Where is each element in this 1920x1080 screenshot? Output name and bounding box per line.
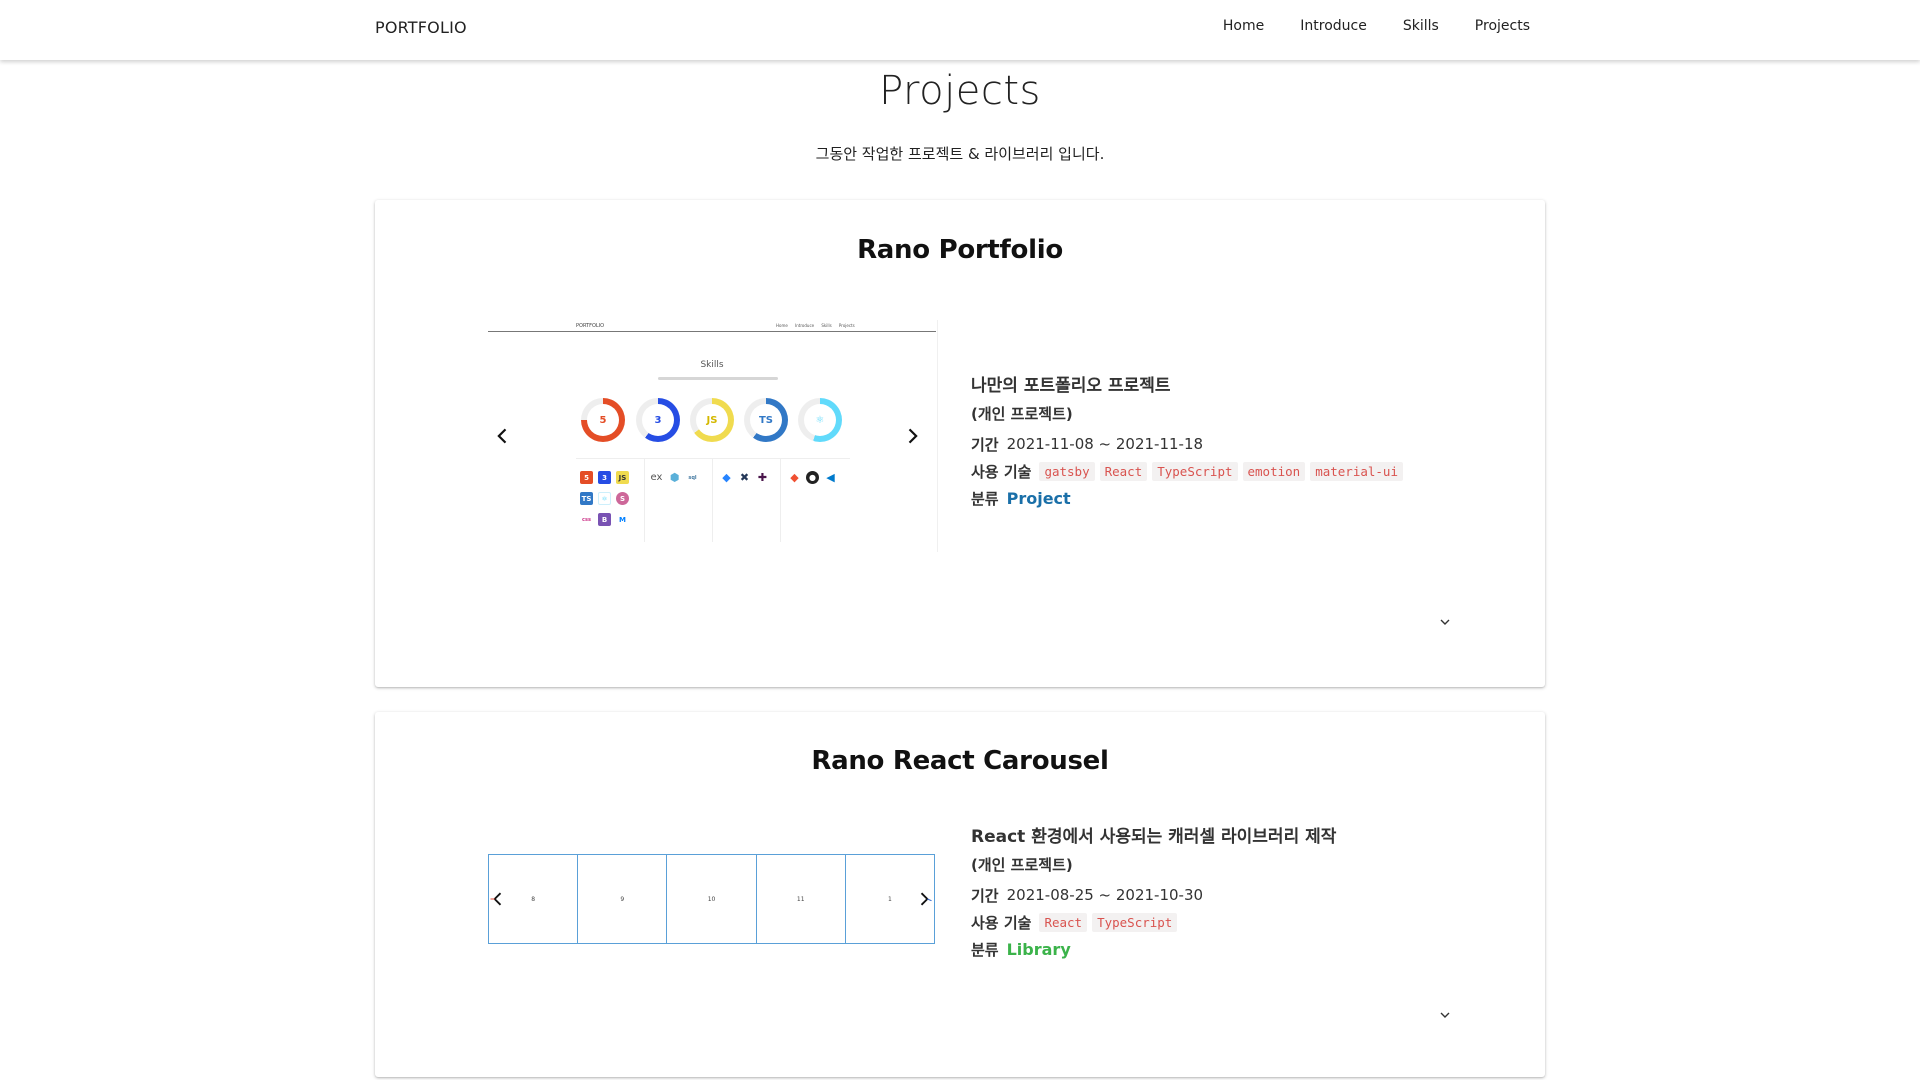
brand-logo[interactable]: PORTFOLIO [375,18,467,37]
git-logo-icon: ◆ [788,471,801,484]
demo-slide: 9 [578,855,668,943]
section-subtitle: 그동안 작업한 프로젝트 & 라이브러리 입니다. [815,145,1105,163]
section-title: Projects [879,68,1041,114]
project-type: (개인 프로젝트) [971,405,1073,423]
tech-label: 사용 기술 [971,913,1032,932]
project-category-row: 분류 Library [971,938,1336,960]
project-image-carousel: PORTFOLIO Home Introduce Skills Projects… [488,320,938,552]
tech-tag: TypeScript [1152,461,1238,481]
project-category-row: 분류 Project [971,487,1408,509]
expand-button[interactable] [1437,1007,1453,1023]
project-info: 나만의 포트폴리오 프로젝트 (개인 프로젝트) 기간 2021-11-08 ~… [971,375,1408,509]
nav-home[interactable]: Home [1223,18,1264,34]
project-description: React 환경에서 사용되는 캐러셀 라이브러리 제작 [971,827,1337,847]
tech-tag: TypeScript [1092,912,1178,932]
carousel-demo-preview: 8 9 10 11 1 [488,854,935,944]
chevron-right-icon [908,428,918,444]
chevron-right-icon [920,892,932,906]
carousel-next-button[interactable] [900,424,924,448]
styled-logo-icon: css [580,513,593,526]
project-card-rano-portfolio: Rano Portfolio PORTFOLIO Home Introduce … [375,200,1545,687]
express-logo-icon: ex [650,471,663,484]
tech-tag: material-ui [1310,461,1403,481]
preview-navbar: PORTFOLIO Home Introduce Skills Projects [488,320,936,332]
chevron-left-icon [497,428,507,444]
javascript-icon: JS [696,404,728,436]
period-label: 기간 [971,435,999,454]
preview-divider [644,458,645,542]
project-period-row: 기간 2021-08-25 ~ 2021-10-30 [971,884,1336,906]
preview-divider [780,458,781,542]
project-image-carousel: 8 9 10 11 1 [488,854,938,954]
sass-logo-icon: S [616,492,629,505]
category-value[interactable]: Project [1007,489,1071,508]
react-icon: ⚛ [804,404,836,436]
chevron-down-icon [1440,619,1450,625]
css3-logo-icon: 3 [598,471,611,484]
carousel-prev-button[interactable] [491,424,515,448]
preview-nav: Home Introduce Skills Projects [776,323,855,328]
expand-button[interactable] [1437,614,1453,630]
html5-icon: 5 [587,404,619,436]
node-logo-icon: ⬢ [668,471,681,484]
project-card-rano-react-carousel: Rano React Carousel 8 9 10 11 1 React 환경… [375,712,1545,1077]
tech-tag: gatsby [1039,461,1095,481]
react-logo-icon: ⚛ [598,492,611,505]
mui-logo-icon: M [616,513,629,526]
preview-skills-title: Skills [700,360,724,370]
demo-slide: 10 [667,855,757,943]
period-value: 2021-08-25 ~ 2021-10-30 [1006,886,1204,904]
nav-introduce[interactable]: Introduce [1300,18,1367,34]
mysql-logo-icon: sql [686,471,699,484]
project-tech-row: 사용 기술 gatsby React TypeScript emotion ma… [971,460,1408,482]
project-type: (개인 프로젝트) [971,856,1073,874]
html-skill-ring: 5 [581,398,625,442]
chevron-down-icon [1440,1012,1450,1018]
project-title: Rano React Carousel [811,746,1109,776]
vscode-logo-icon: ◀ [824,471,837,484]
slack-logo-icon: ✚ [756,471,769,484]
demo-slide: 11 [757,855,846,943]
tech-tag: emotion [1242,461,1306,481]
top-navbar: PORTFOLIO Home Introduce Skills Projects [0,0,1920,60]
nav-skills[interactable]: Skills [1403,18,1439,34]
project-title: Rano Portfolio [857,235,1063,265]
bootstrap-logo-icon: B [598,513,611,526]
ts-logo-icon: TS [580,492,593,505]
css3-icon: 3 [642,404,674,436]
react-skill-ring: ⚛ [798,398,842,442]
period-value: 2021-11-08 ~ 2021-11-18 [1006,435,1204,453]
preview-description-line [658,377,778,380]
github-logo-icon: ● [806,471,819,484]
tech-label: 사용 기술 [971,462,1032,481]
tech-tag: React [1039,912,1088,932]
preview-divider [712,458,713,542]
typescript-icon: TS [750,404,782,436]
ts-skill-ring: TS [744,398,788,442]
project-description: 나만의 포트폴리오 프로젝트 [971,376,1171,396]
category-label: 분류 [971,489,999,508]
carousel-prev-button[interactable] [486,887,510,911]
js-skill-ring: JS [690,398,734,442]
chevron-left-icon [490,892,502,906]
tech-tag: React [1099,461,1148,481]
period-label: 기간 [971,886,999,905]
tools-logo-icon: ✖ [738,471,751,484]
category-label: 분류 [971,940,999,959]
project-info: React 환경에서 사용되는 캐러셀 라이브러리 제작 (개인 프로젝트) 기… [971,826,1336,960]
html5-logo-icon: 5 [580,471,593,484]
js-logo-icon: JS [616,471,629,484]
jira-logo-icon: ◆ [720,471,733,484]
preview-brand: PORTFOLIO [576,323,605,329]
css-skill-ring: 3 [636,398,680,442]
category-value[interactable]: Library [1007,940,1071,959]
project-screenshot: PORTFOLIO Home Introduce Skills Projects… [488,320,936,552]
project-period-row: 기간 2021-11-08 ~ 2021-11-18 [971,433,1408,455]
nav-projects[interactable]: Projects [1475,18,1530,34]
carousel-next-button[interactable] [912,887,936,911]
main-nav: Home Introduce Skills Projects [1223,18,1530,34]
project-tech-row: 사용 기술 React TypeScript [971,911,1336,933]
